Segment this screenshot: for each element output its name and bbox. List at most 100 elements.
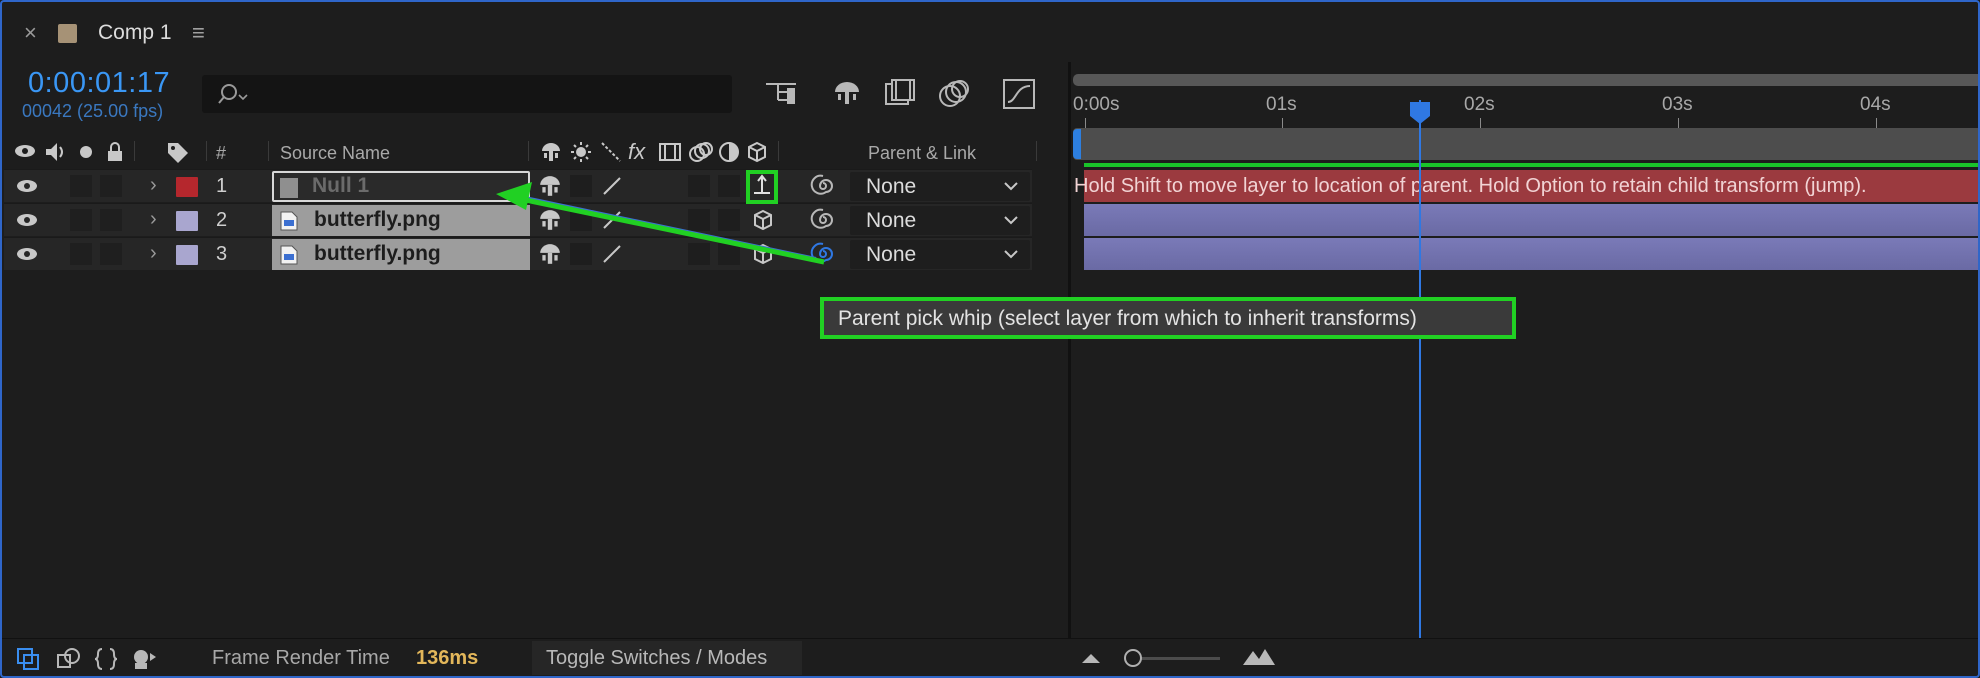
solo-switch[interactable] [100, 209, 122, 231]
3d-switch-icon[interactable] [752, 209, 774, 231]
solo-switch[interactable] [100, 175, 122, 197]
layer-switches-pane-icon[interactable] [16, 647, 42, 671]
zoom-slider-handle[interactable] [1124, 649, 1142, 667]
parent-dropdown[interactable]: None [850, 206, 1030, 235]
layer-3-duration-bar[interactable] [1084, 238, 1980, 270]
layer-label-color[interactable] [176, 245, 198, 265]
shy-switch-icon[interactable] [538, 208, 562, 232]
audio-icon[interactable] [44, 141, 68, 163]
layer-row-1[interactable]: › 1 Null 1 None [4, 169, 1032, 202]
frame-render-time-value: 136ms [416, 647, 479, 669]
transfer-controls-pane-icon[interactable] [56, 647, 82, 671]
time-ruler[interactable]: 0:00s 01s 02s 03s 04s [1073, 88, 1980, 130]
graph-editor-icon[interactable] [1002, 78, 1036, 110]
3d-switch-icon[interactable] [752, 243, 774, 265]
expand-chevron-icon[interactable]: › [150, 208, 157, 231]
parent-pick-whip-icon[interactable] [810, 207, 836, 233]
comp-color-swatch [58, 24, 77, 43]
composition-flowchart-icon[interactable] [764, 78, 798, 108]
ruler-tick-label: 02s [1464, 94, 1495, 115]
parent-dropdown-value: None [866, 209, 917, 232]
source-name-column-label[interactable]: Source Name [280, 143, 390, 164]
chevron-down-icon [1004, 182, 1018, 191]
audio-switch[interactable] [70, 243, 92, 265]
video-visibility-icon[interactable] [14, 141, 36, 161]
adjustment-switch[interactable] [718, 175, 740, 197]
work-area-bar[interactable] [1073, 128, 1980, 160]
render-time-pane-icon[interactable] [130, 647, 158, 671]
close-tab-icon[interactable]: × [24, 20, 37, 46]
collapse-switch[interactable] [570, 243, 592, 265]
time-navigator-bar[interactable] [1073, 74, 1980, 86]
quality-switch-icon[interactable] [600, 242, 624, 266]
timeline-zoom-slider[interactable] [1134, 657, 1220, 660]
shy-switch-icon[interactable] [538, 242, 562, 266]
layer-name[interactable]: butterfly.png [272, 205, 530, 236]
motion-blur-switch[interactable] [688, 243, 710, 265]
work-area-start-handle[interactable] [1073, 129, 1081, 159]
column-separator [528, 141, 529, 161]
ruler-tick-label: 04s [1860, 94, 1891, 115]
effects-column-label[interactable]: fx [628, 139, 645, 165]
lock-icon[interactable] [106, 141, 124, 163]
playhead-icon[interactable] [1408, 100, 1432, 126]
toggle-switches-modes-button[interactable]: Toggle Switches / Modes [532, 641, 802, 675]
adjustment-layer-icon[interactable] [718, 141, 740, 163]
shy-switch-icon[interactable] [538, 174, 562, 198]
audio-switch[interactable] [70, 209, 92, 231]
eye-icon[interactable] [16, 211, 38, 229]
motion-blur-switch-icon[interactable] [688, 141, 714, 163]
layer-row-3[interactable]: › 3 butterfly.png None [4, 237, 1032, 270]
column-separator [778, 141, 779, 161]
zoom-out-icon[interactable] [1080, 651, 1102, 665]
label-tag-icon[interactable] [166, 141, 190, 163]
panel-menu-icon[interactable]: ≡ [192, 20, 205, 46]
eye-icon[interactable] [16, 177, 38, 195]
quality-switch-icon[interactable] [600, 174, 624, 198]
current-time-indicator[interactable] [1419, 100, 1421, 640]
zoom-in-icon[interactable] [1242, 647, 1276, 667]
layer-2-duration-bar[interactable] [1084, 204, 1980, 236]
solo-switch[interactable] [100, 243, 122, 265]
layer-label-color[interactable] [176, 211, 198, 231]
collapse-switch[interactable] [570, 175, 592, 197]
parent-dropdown[interactable]: None [850, 240, 1030, 269]
expand-chevron-icon[interactable]: › [150, 174, 157, 197]
layer-row-2[interactable]: › 2 butterfly.png None [4, 203, 1032, 236]
panel-divider[interactable] [1068, 62, 1071, 640]
layer-name[interactable]: Null 1 [272, 171, 530, 202]
parent-dropdown[interactable]: None [850, 172, 1030, 201]
3d-layer-icon[interactable] [746, 141, 768, 163]
shy-icon[interactable] [540, 141, 562, 163]
draft-3d-icon[interactable] [832, 78, 862, 108]
collapse-transformations-icon[interactable] [570, 141, 592, 163]
parent-pick-whip-icon[interactable] [810, 173, 836, 199]
frame-blending-icon[interactable] [884, 78, 916, 108]
motion-blur-icon[interactable] [938, 78, 970, 108]
solo-icon[interactable] [78, 141, 94, 161]
in-out-duration-pane-icon[interactable] [94, 647, 118, 671]
collapse-switch[interactable] [570, 209, 592, 231]
expand-chevron-icon[interactable]: › [150, 242, 157, 265]
adjustment-switch[interactable] [718, 209, 740, 231]
motion-blur-switch[interactable] [688, 175, 710, 197]
audio-switch[interactable] [70, 175, 92, 197]
number-column-label[interactable]: # [216, 143, 226, 164]
panel-title[interactable]: Comp 1 [98, 21, 172, 45]
parent-link-column-label[interactable]: Parent & Link [868, 143, 976, 164]
quality-switch-icon[interactable] [600, 208, 624, 232]
layer-label-color[interactable] [176, 177, 198, 197]
ruler-tick-label: 0:00s [1073, 94, 1120, 115]
frame-blending-switch-icon[interactable] [658, 141, 682, 163]
layer-name[interactable]: butterfly.png [272, 239, 530, 270]
chevron-down-icon [1004, 250, 1018, 259]
motion-blur-switch[interactable] [688, 209, 710, 231]
parent-pick-whip-icon[interactable] [810, 241, 836, 267]
track-hint-message: Hold Shift to move layer to location of … [1074, 175, 1867, 197]
layer-number: 2 [216, 209, 228, 231]
current-time-display[interactable]: 0:00:01:17 [28, 67, 170, 100]
quality-icon[interactable] [600, 141, 622, 163]
layer-search-field[interactable] [202, 75, 732, 113]
eye-icon[interactable] [16, 245, 38, 263]
adjustment-switch[interactable] [718, 243, 740, 265]
